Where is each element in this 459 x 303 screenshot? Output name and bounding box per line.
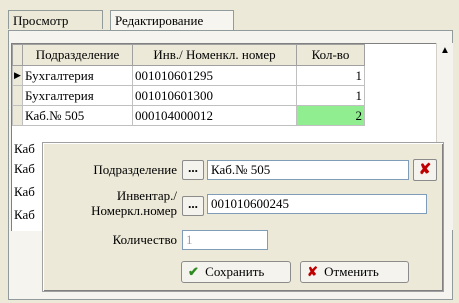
cell-qty-highlighted[interactable]: 2 (296, 105, 365, 126)
tab-view[interactable]: Просмотр (8, 10, 103, 29)
qty-label: Количество (112, 232, 177, 247)
save-button[interactable]: ✔ Сохранить (181, 261, 291, 283)
qty-field[interactable]: 1 (182, 230, 268, 250)
list-item-cut[interactable]: Каб (12, 205, 44, 224)
inv-label-line1: Инвентар./ (116, 188, 177, 203)
check-icon: ✔ (188, 264, 199, 279)
scroll-up-icon[interactable]: ▲ (437, 43, 453, 59)
inv-field[interactable]: 001010600245 (207, 194, 427, 214)
row-indicator-cell (12, 105, 23, 126)
inv-label: Инвентар./ Номеркл.номер (43, 188, 177, 218)
cell-inv[interactable]: 001010601295 (132, 65, 297, 86)
save-button-label: Сохранить (205, 264, 265, 279)
cell-dept[interactable]: Каб.№ 505 (22, 105, 133, 126)
table-row[interactable]: Бухгалтерия 001010601300 1 (12, 85, 365, 106)
tab-edit[interactable]: Редактирование (110, 10, 234, 30)
cell-dept[interactable]: Бухгалтерия (22, 65, 133, 86)
column-header-inv[interactable]: Инв./ Номенкл. номер (132, 44, 297, 66)
row-indicator-cell (12, 85, 23, 106)
tab-view-label: Просмотр (13, 13, 69, 28)
dept-browse-button[interactable]: ... (182, 160, 204, 180)
cell-qty[interactable]: 1 (296, 85, 365, 106)
table-row[interactable]: ▶ Бухгалтерия 001010601295 1 (12, 65, 365, 86)
row-indicator-icon: ▶ (12, 65, 23, 86)
column-header-dept[interactable]: Подразделение (22, 44, 133, 66)
cell-qty[interactable]: 1 (296, 65, 365, 86)
inv-label-line2: Номеркл.номер (91, 203, 177, 218)
grid-table: Подразделение Инв./ Номенкл. номер Кол-в… (12, 44, 365, 126)
cross-icon: ✘ (307, 264, 318, 279)
column-header-qty[interactable]: Кол-во (296, 44, 365, 66)
header-indicator-cell (12, 44, 23, 66)
table-row[interactable]: Каб.№ 505 000104000012 2 (12, 105, 365, 126)
inv-browse-button[interactable]: ... (182, 196, 204, 216)
edit-dialog: Подразделение ... Каб.№ 505 ✘ Инвентар./… (42, 142, 444, 292)
list-item-cut[interactable]: Каб (12, 159, 44, 178)
grid-header-row: Подразделение Инв./ Номенкл. номер Кол-в… (12, 44, 365, 66)
delete-icon[interactable]: ✘ (413, 159, 437, 181)
cell-inv[interactable]: 001010601300 (132, 85, 297, 106)
cancel-button[interactable]: ✘ Отменить (300, 261, 409, 283)
cell-inv[interactable]: 000104000012 (132, 105, 297, 126)
cell-dept[interactable]: Бухгалтерия (22, 85, 133, 106)
tab-edit-label: Редактирование (115, 13, 204, 28)
list-item-cut[interactable]: Каб (12, 182, 44, 201)
dept-field[interactable]: Каб.№ 505 (207, 160, 409, 180)
list-item-cut[interactable]: Каб (12, 139, 44, 158)
dept-label: Подразделение (93, 162, 177, 177)
cancel-button-label: Отменить (324, 264, 379, 279)
